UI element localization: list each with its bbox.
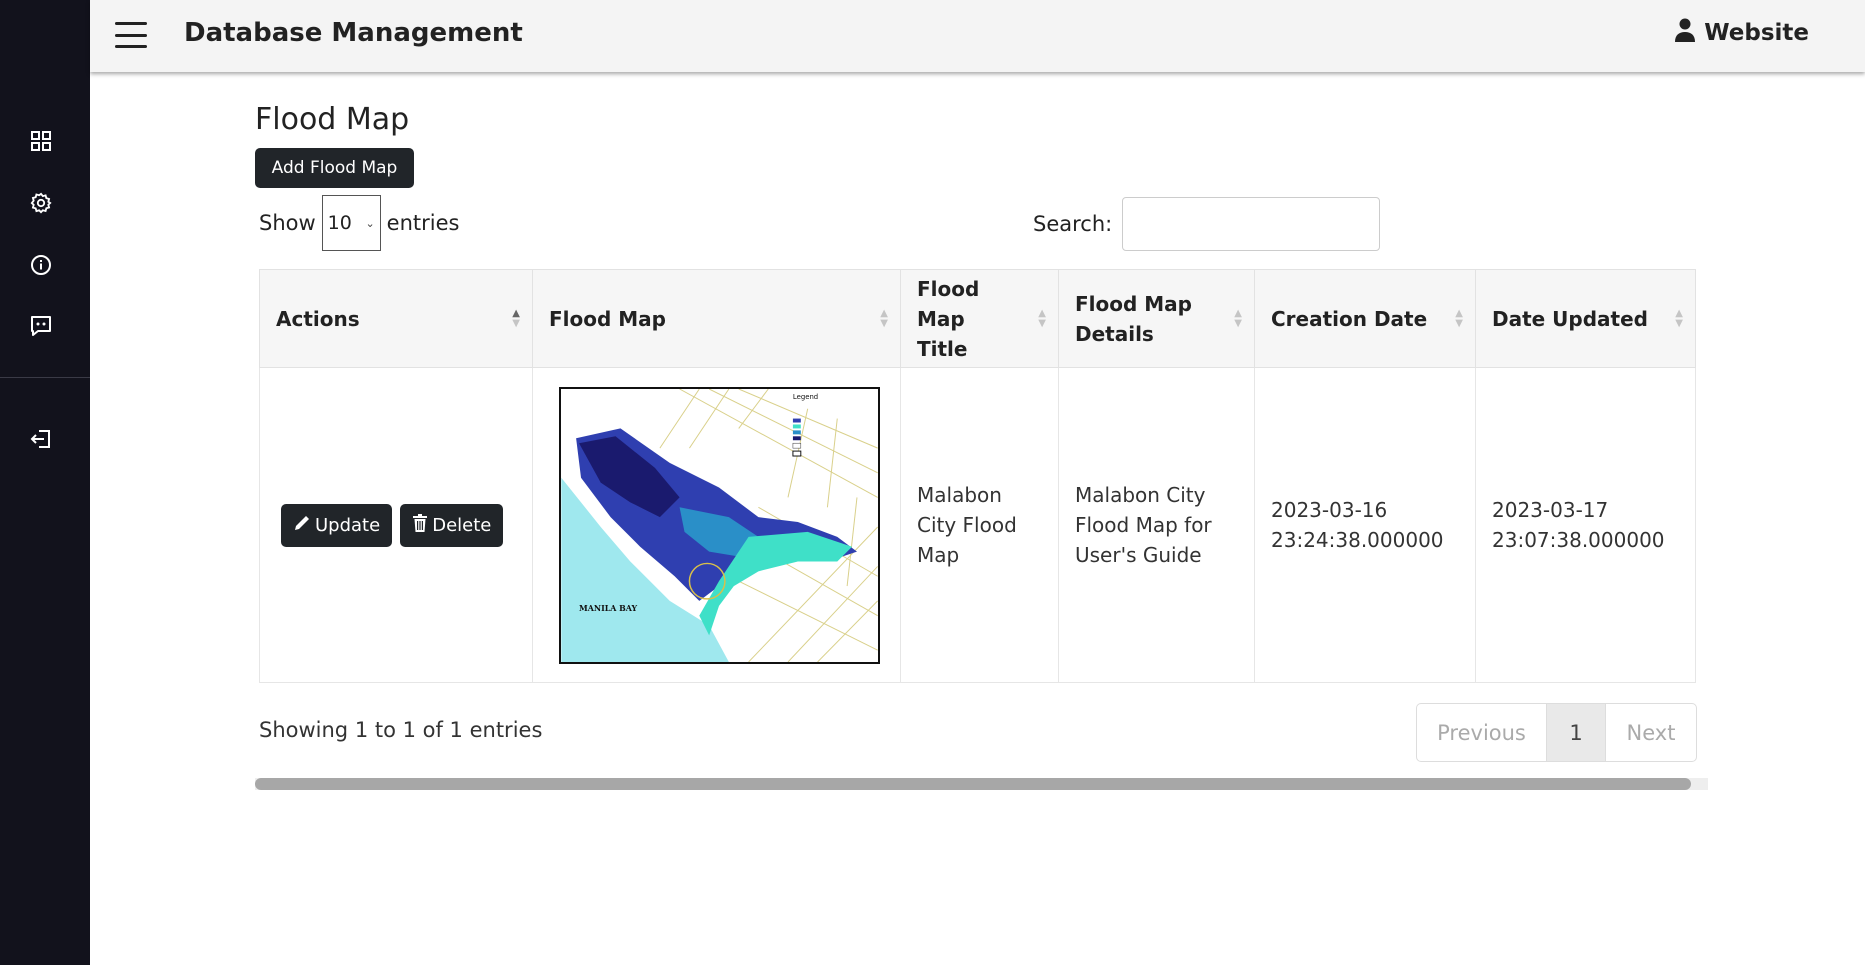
column-label: Creation Date <box>1271 306 1428 331</box>
flood-map-cell: Legend MANILA BAY <box>532 367 901 683</box>
map-label-manila-bay: MANILA BAY <box>579 603 637 612</box>
sidebar <box>0 0 90 965</box>
app-title: Database Management <box>184 18 523 48</box>
entries-select[interactable]: 10 ⌄ <box>321 195 381 251</box>
entries-length-control: Show 10 ⌄ entries <box>259 195 459 251</box>
search-input[interactable] <box>1122 197 1381 251</box>
menu-toggle-icon[interactable] <box>115 22 147 48</box>
date-updated-cell: 2023-03-17 23:07:38.000000 <box>1475 367 1696 683</box>
info-icon[interactable] <box>27 251 55 279</box>
search-control: Search: <box>1033 197 1381 251</box>
actions-cell: Update Delete <box>259 367 533 683</box>
column-header-flood-map[interactable]: Flood Map ▲ ▼ <box>532 269 901 368</box>
dashboard-icon[interactable] <box>27 127 55 155</box>
flood-map-image[interactable]: Legend MANILA BAY <box>559 386 880 664</box>
horizontal-scrollbar[interactable] <box>255 778 1708 790</box>
search-label: Search: <box>1033 212 1113 236</box>
column-label: Actions <box>276 306 360 331</box>
logout-icon[interactable] <box>27 425 55 453</box>
delete-label: Delete <box>432 514 492 536</box>
chevron-down-icon: ⌄ <box>365 216 375 230</box>
add-flood-map-button[interactable]: Add Flood Map <box>255 148 414 188</box>
table-header-row: Actions ▲ ▼ Flood Map ▲ ▼ Flood Map Title ▲ ▼ … <box>259 269 1696 368</box>
column-label: Flood Map <box>549 306 666 331</box>
sort-icon: ▲ ▼ <box>1455 307 1463 329</box>
page-title: Flood Map <box>255 102 410 137</box>
table-info: Showing 1 to 1 of 1 entries <box>259 718 543 742</box>
next-button[interactable]: Next <box>1606 704 1696 761</box>
gear-icon[interactable] <box>27 189 55 217</box>
column-label: Date Updated <box>1492 306 1648 331</box>
sort-icon: ▲ ▼ <box>1038 307 1046 329</box>
sort-asc-icon: ▲ ▼ <box>512 307 520 329</box>
column-header-details[interactable]: Flood Map Details ▲ ▼ <box>1058 269 1255 368</box>
sort-icon: ▲ ▼ <box>1234 307 1242 329</box>
creation-date-cell: 2023-03-16 23:24:38.000000 <box>1254 367 1476 683</box>
user-icon <box>1674 18 1696 48</box>
topbar: Database Management Website <box>90 0 1865 72</box>
scrollbar-thumb[interactable] <box>255 778 1691 790</box>
sidebar-divider <box>0 377 90 378</box>
page-1-button[interactable]: 1 <box>1546 704 1606 761</box>
update-button[interactable]: Update <box>281 503 393 547</box>
website-label: Website <box>1704 20 1809 46</box>
table-row: Update Delete Legend MANILA BAY Malabon … <box>259 367 1696 683</box>
entries-label: entries <box>386 211 460 235</box>
pagination: Previous 1 Next <box>1416 703 1697 762</box>
entries-select-value: 10 <box>327 212 352 234</box>
title-cell: Malabon City Flood Map <box>900 367 1059 683</box>
column-header-actions[interactable]: Actions ▲ ▼ <box>259 269 533 368</box>
flood-map-table: Actions ▲ ▼ Flood Map ▲ ▼ Flood Map Title ▲ ▼ … <box>259 269 1696 683</box>
trash-icon <box>412 513 428 537</box>
column-label: Flood Map Title <box>917 276 980 361</box>
sort-icon: ▲ ▼ <box>1675 307 1683 329</box>
column-label: Flood Map Details <box>1075 291 1192 346</box>
column-header-creation-date[interactable]: Creation Date ▲ ▼ <box>1254 269 1476 368</box>
previous-button[interactable]: Previous <box>1417 704 1546 761</box>
show-label: Show <box>259 211 316 235</box>
sort-icon: ▲ ▼ <box>880 307 888 329</box>
delete-button[interactable]: Delete <box>400 503 504 547</box>
pencil-icon <box>293 514 311 537</box>
update-label: Update <box>315 514 381 536</box>
details-cell: Malabon City Flood Map for User's Guide <box>1058 367 1255 683</box>
column-header-title[interactable]: Flood Map Title ▲ ▼ <box>900 269 1059 368</box>
feedback-icon[interactable] <box>27 312 55 340</box>
svg-text:Legend: Legend <box>793 392 818 400</box>
column-header-date-updated[interactable]: Date Updated ▲ ▼ <box>1475 269 1696 368</box>
website-link[interactable]: Website <box>1674 18 1809 48</box>
